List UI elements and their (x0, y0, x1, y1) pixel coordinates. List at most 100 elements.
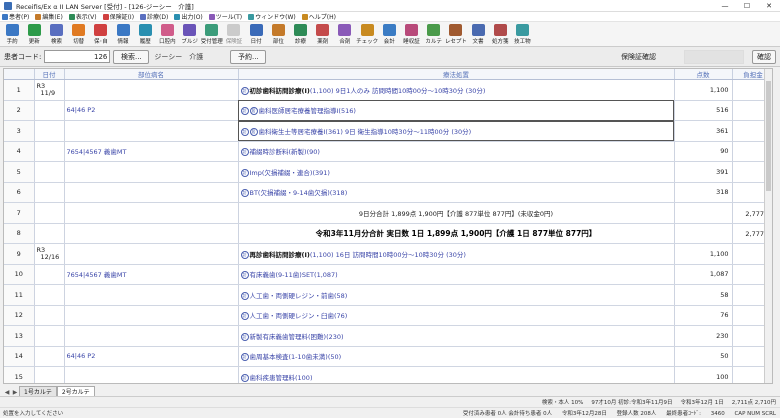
treatment-cell[interactable]: 訪 BT(欠損補綴・9-14歯欠損)(318) (238, 182, 675, 203)
dept-cell[interactable]: 64|46 P2 (64, 346, 239, 367)
table-row[interactable]: 9 R3 12/16 訪再診歯科訪問診療(Ⅰ)(1,100) 16日 訪問時間10時0… (4, 243, 772, 265)
toolbar-button-7[interactable]: 口腔内 (156, 22, 178, 46)
toolbar-button-4[interactable]: 保･自 (90, 22, 112, 46)
treatment-cell[interactable]: 訪居歯科衛生士等居宅療養Ⅰ(361) 9日 衛生指導10時30分～11時00分 … (238, 120, 675, 142)
treatment-cell[interactable]: 訪居歯科医師居宅療養管理指導Ⅰ(516) (238, 100, 675, 121)
toolbar-button-8[interactable]: ブルジ (179, 22, 201, 46)
toolbar-button-17[interactable]: 会計 (378, 22, 400, 46)
dept-cell[interactable] (64, 243, 239, 265)
dept-cell[interactable] (64, 223, 239, 244)
menu-item-2[interactable]: 表示(V) (68, 12, 97, 21)
close-button[interactable]: ✕ (758, 0, 780, 12)
points-cell[interactable]: 516 (674, 100, 733, 121)
toolbar-button-15[interactable]: 合剤 (334, 22, 356, 46)
table-row[interactable]: 14 64|46 P2 訪歯周基本検査(1-10歯未満)(50) 50 (4, 346, 772, 367)
appointment-button[interactable]: 予約... (230, 49, 267, 64)
dept-cell[interactable] (64, 120, 239, 142)
menu-item-3[interactable]: 保険証(I) (102, 12, 134, 21)
toolbar-button-21[interactable]: 文書 (467, 22, 489, 46)
maximize-button[interactable]: ☐ (736, 0, 758, 12)
date-cell[interactable] (34, 264, 65, 285)
toolbar-button-2[interactable]: 検索 (45, 22, 67, 46)
points-cell[interactable]: 50 (674, 346, 733, 367)
dept-cell[interactable] (64, 182, 239, 203)
confirm-button[interactable]: 確認 (752, 49, 776, 64)
treatment-cell[interactable]: 訪人工歯・両側硬レジン・前歯(58) (238, 284, 675, 306)
minimize-button[interactable]: — (714, 0, 736, 12)
date-cell[interactable] (34, 366, 65, 383)
tab-prev-icon[interactable]: ◀ (3, 389, 11, 396)
points-cell[interactable]: 90 (674, 141, 733, 162)
patient-code-input[interactable]: 126 (44, 50, 111, 63)
points-cell[interactable]: 391 (674, 161, 733, 183)
toolbar-button-0[interactable]: 手約 (1, 22, 23, 46)
table-row[interactable]: 3 訪居歯科衛生士等居宅療養Ⅰ(361) 9日 衛生指導10時30分～11時00分… (4, 120, 772, 142)
dept-cell[interactable] (64, 305, 239, 326)
date-cell[interactable]: R3 12/16 (34, 243, 65, 265)
dept-cell[interactable] (64, 79, 239, 101)
points-cell[interactable]: 58 (674, 284, 733, 306)
toolbar-button-13[interactable]: 診療 (289, 22, 311, 46)
table-row[interactable]: 6 訪 BT(欠損補綴・9-14歯欠損)(318) 318 (4, 182, 772, 203)
treatment-cell[interactable]: 訪新製有床義歯管理料(困難)(230) (238, 325, 675, 347)
treatment-cell[interactable]: 訪人工歯・両側硬レジン・臼歯(76) (238, 305, 675, 326)
date-cell[interactable] (34, 100, 65, 121)
toolbar-button-3[interactable]: 切替 (68, 22, 90, 46)
dept-cell[interactable] (64, 161, 239, 183)
table-row[interactable]: 2 64|46 P2 訪居歯科医師居宅療養管理指導Ⅰ(516) 516 (4, 100, 772, 121)
treatment-cell[interactable]: 訪 Imp(欠損補綴・連合)(391) (238, 161, 675, 183)
points-cell[interactable]: 1,100 (674, 243, 733, 265)
treatment-cell[interactable]: 訪歯科疾患管理料(100) (238, 366, 675, 383)
treatment-cell[interactable]: 訪補綴時診断料(新製)(90) (238, 141, 675, 162)
table-row[interactable]: 13 訪新製有床義歯管理料(困難)(230) 230 (4, 325, 772, 347)
date-cell[interactable]: R3 11/9 (34, 79, 65, 101)
points-cell[interactable]: 318 (674, 182, 733, 203)
points-cell[interactable]: 361 (674, 120, 733, 142)
table-row[interactable]: 4 7654|4567 義歯MT 訪補綴時診断料(新製)(90) 90 (4, 141, 772, 162)
table-row[interactable]: 15 訪歯科疾患管理料(100) 100 (4, 366, 772, 383)
vertical-scrollbar[interactable] (764, 69, 772, 383)
toolbar-button-1[interactable]: 更新 (23, 22, 45, 46)
toolbar-button-18[interactable]: 睡収証 (400, 22, 422, 46)
table-row[interactable]: 5 訪 Imp(欠損補綴・連合)(391) 391 (4, 161, 772, 183)
table-row[interactable]: 8 令和3年11月分合計 実日数 1日 1,899点 1,900円【介護 1日 8… (4, 223, 772, 244)
menu-item-7[interactable]: ウィンドウ(W) (248, 12, 296, 21)
points-cell[interactable]: 100 (674, 366, 733, 383)
scrollbar-thumb[interactable] (766, 81, 771, 191)
dept-cell[interactable] (64, 366, 239, 383)
menu-item-6[interactable]: ツール(T) (208, 12, 242, 21)
table-row[interactable]: 12 訪人工歯・両側硬レジン・臼歯(76) 76 (4, 305, 772, 326)
dept-cell[interactable] (64, 325, 239, 347)
points-cell[interactable]: 1,100 (674, 79, 733, 101)
date-cell[interactable] (34, 182, 65, 203)
dept-cell[interactable] (64, 284, 239, 306)
menu-item-1[interactable]: 編集(E) (35, 12, 63, 21)
points-cell[interactable]: 76 (674, 305, 733, 326)
points-cell[interactable] (674, 202, 733, 224)
toolbar-button-10[interactable]: 保険証 (223, 22, 245, 46)
dept-cell[interactable]: 7654|4567 義歯MT (64, 264, 239, 285)
search-button[interactable]: 検索... (113, 49, 150, 64)
toolbar-button-9[interactable]: 受付管理 (201, 22, 223, 46)
dept-cell[interactable]: 7654|4567 義歯MT (64, 141, 239, 162)
table-row[interactable]: 1 R3 11/9 訪初診歯科訪問診療(Ⅰ)(1,100) 9日1人のみ 訪問時間10… (4, 79, 772, 101)
toolbar-button-12[interactable]: 部位 (267, 22, 289, 46)
treatment-cell[interactable]: 訪歯周基本検査(1-10歯未満)(50) (238, 346, 675, 367)
date-cell[interactable] (34, 305, 65, 326)
points-cell[interactable]: 230 (674, 325, 733, 347)
date-cell[interactable] (34, 223, 65, 244)
toolbar-button-19[interactable]: カルテ (423, 22, 445, 46)
dept-cell[interactable] (64, 202, 239, 224)
treatment-cell[interactable]: 令和3年11月分合計 実日数 1日 1,899点 1,900円【介護 1日 87… (238, 223, 675, 244)
menu-item-5[interactable]: 出力(O) (174, 12, 203, 21)
toolbar-button-14[interactable]: 薬剤 (312, 22, 334, 46)
toolbar-button-6[interactable]: 履歴 (134, 22, 156, 46)
menu-item-0[interactable]: 患者(P) (2, 12, 29, 21)
date-cell[interactable] (34, 141, 65, 162)
points-cell[interactable] (674, 223, 733, 244)
date-cell[interactable] (34, 284, 65, 306)
points-cell[interactable]: 1,087 (674, 264, 733, 285)
toolbar-button-16[interactable]: チェック (356, 22, 378, 46)
treatment-cell[interactable]: 訪有床義歯(9-11歯)SET(1,087) (238, 264, 675, 285)
table-row[interactable]: 10 7654|4567 義歯MT 訪有床義歯(9-11歯)SET(1,087) 1,… (4, 264, 772, 285)
